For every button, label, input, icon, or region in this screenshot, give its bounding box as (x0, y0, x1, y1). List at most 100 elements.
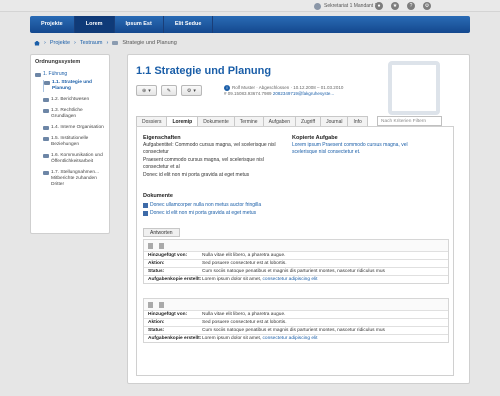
document-link[interactable]: Donec id elit non mi porta gravida at eg… (150, 210, 256, 216)
tree-item[interactable]: 1.4. Interne Organisation (43, 125, 105, 131)
chevron-down-icon: ▾ (148, 87, 151, 94)
tree-item[interactable]: 1.6. Kommunikation und Öffentlichkeitsar… (43, 153, 105, 165)
tree-item-label[interactable]: 1.3. Rechtliche Grundlagen (51, 108, 105, 120)
tab-journal[interactable]: Journal (320, 116, 349, 126)
table-row: Status: Cum sociis natoque penatibus et m… (144, 326, 448, 334)
row-label: Status: (148, 269, 165, 274)
gear-icon: ⚙ (186, 87, 192, 94)
filter-input[interactable]: Nach Kriterien Filtern (377, 116, 442, 126)
row-value[interactable]: Nulla vitae elit libero, a pharetra augu… (202, 311, 285, 318)
table-row: Aufgabenkopie erstellt: Lorem ipsum dolor… (144, 275, 448, 283)
tree-item-label[interactable]: 1.6. Kommunikation und Öffentlichkeitsar… (51, 153, 105, 165)
pencil-icon[interactable] (148, 301, 153, 308)
tree-item[interactable]: 1.1. Strategie und Planung (43, 80, 105, 92)
row-value: Sed posuere consectetur est at lobortis. (202, 320, 287, 325)
breadcrumb-separator: › (74, 40, 76, 46)
document-item[interactable]: Donec ullamcorper nulla non metus auctor… (143, 202, 261, 208)
row-value: Cum sociis natoque penatibus et magnis d… (202, 269, 385, 274)
tab-dossiers[interactable]: Dossiers (136, 116, 168, 126)
document-link[interactable]: Donec ullamcorper nulla non metus auctor… (150, 202, 261, 208)
nav-tab-elit-sedue[interactable]: Elit Sedue (164, 16, 214, 33)
plus-icon: ⊕ (142, 87, 147, 94)
clipboard-watermark-icon (388, 61, 440, 115)
user-name[interactable]: Sekretariat 1 Mandant 1 ▾ (324, 3, 381, 9)
nav-tab-ipsum-est[interactable]: Ipsum Est (115, 16, 164, 33)
document-icon (143, 210, 148, 216)
tab-termine[interactable]: Termine (233, 116, 264, 126)
table-row: Hinzugefügt von: Nulla vitae elit libero,… (144, 310, 448, 318)
answer-block: Hinzugefügt von: Nulla vitae elit libero,… (143, 298, 449, 343)
tree-item-label[interactable]: 1.1. Strategie und Planung (52, 80, 105, 92)
table-row: Aktion: Sed posuere consectetur est at lo… (144, 318, 448, 326)
row-link[interactable]: consectetur adipiscing elit (263, 336, 318, 341)
edit-button[interactable]: ✎ (160, 85, 177, 96)
folder-icon (44, 81, 50, 85)
nav-tab-projekte[interactable]: Projekte (30, 16, 75, 33)
pencil-icon[interactable] (148, 242, 153, 249)
table-row: Aktion: Sed posuere consectetur est at lo… (144, 259, 448, 267)
nav-tab-lorem[interactable]: Lorem (74, 16, 115, 33)
tree-item-label[interactable]: 1.2. Berichtwesen (51, 97, 89, 103)
antworten-tabbar: Antworten (143, 228, 443, 238)
row-label: Aktion: (148, 261, 165, 266)
trash-icon[interactable] (159, 242, 164, 249)
breadcrumb-projekte[interactable]: Projekte (50, 40, 70, 46)
row-label: Aufgabenkopie erstellt: (148, 277, 202, 282)
star-icon[interactable]: ★ (391, 2, 399, 10)
content-panel: 1.1 Strategie und Planung ⊕ ▾ ✎ ⚙ ▾ i Rolf … (127, 54, 470, 384)
document-icon (143, 202, 148, 208)
tree-item[interactable]: 1.2. Berichtwesen (43, 97, 105, 103)
row-link[interactable]: consectetur adipiscing elit (263, 277, 318, 282)
row-label: Hinzugefügt von: (148, 312, 188, 317)
dokumente-heading: Dokumente (143, 193, 173, 199)
kopierte-heading: Kopierte Aufgabe (292, 135, 338, 141)
folder-icon (43, 126, 49, 130)
eye-icon[interactable]: ● (375, 2, 383, 10)
tree-item-label[interactable]: 1.5. Institutionelle Beziehungen (51, 136, 105, 148)
tree-root-label[interactable]: 1. Führung (43, 71, 67, 77)
kopierte-link[interactable]: Lorem ipsum Praesent commodo cursus magn… (292, 142, 422, 156)
add-button[interactable]: ⊕ ▾ (136, 85, 157, 96)
eigenschaften-heading: Eigenschaften (143, 135, 181, 141)
folder-icon (43, 98, 49, 102)
tree-item-label[interactable]: 1.4. Interne Organisation (51, 125, 104, 131)
task-meta: i Rolf Muster · Abgeschlossen · 10.12.200… (224, 85, 374, 97)
pencil-icon: ✎ (166, 87, 171, 94)
eigenschaften-line2: Praesent commodo cursus magna, vel scele… (143, 157, 264, 170)
meta-line1: Rolf Muster · Abgeschlossen · 10.12.2008… (232, 85, 344, 91)
user-menu[interactable]: Sekretariat 1 Mandant 1 ▾ (314, 2, 381, 10)
tree-root-fuehrung[interactable]: 1. Führung (35, 71, 105, 77)
tree-item[interactable]: 1.5. Institutionelle Beziehungen (43, 136, 105, 148)
folder-icon (43, 154, 49, 158)
eigenschaften-line1: Aufgabentitel: Commodo cursus magna, vel… (143, 142, 276, 155)
home-icon[interactable] (34, 40, 40, 46)
settings-button[interactable]: ⚙ ▾ (180, 85, 202, 96)
meta-line2: # 09.15083.93674.7989 (224, 91, 272, 97)
main-nav: Projekte Lorem Ipsum Est Elit Sedue (30, 16, 470, 33)
tab-dokumente[interactable]: Dokumente (197, 116, 235, 126)
row-value: Lorem ipsum dolor sit amet, (202, 277, 263, 282)
tab-zugriff[interactable]: Zugriff (294, 116, 322, 126)
answer-block: Hinzugefügt von: Nulla vitae elit libero,… (143, 239, 449, 284)
row-value[interactable]: Nulla vitae elit libero, a pharetra augu… (202, 252, 285, 259)
info-icon: i (224, 85, 230, 91)
trash-icon[interactable] (159, 301, 164, 308)
help-icon[interactable]: ? (407, 2, 415, 10)
tree-item-label[interactable]: 1.7. Stellungnahmen... Mitberichte zuhan… (51, 170, 105, 188)
sidebar-title: Ordnungssystem (35, 59, 81, 65)
tab-aufgaben[interactable]: Aufgaben (262, 116, 296, 126)
user-avatar-icon (314, 2, 321, 10)
gear-icon[interactable]: ⚙ (423, 2, 431, 10)
breadcrumb-separator: › (44, 40, 46, 46)
tree-item[interactable]: 1.3. Rechtliche Grundlagen (43, 108, 105, 120)
breadcrumb-testraum[interactable]: Testraum (80, 40, 103, 46)
folder-icon (43, 109, 49, 113)
tree-item[interactable]: 1.7. Stellungnahmen... Mitberichte zuhan… (43, 170, 105, 188)
row-value: Lorem ipsum dolor sit amet, (202, 336, 263, 341)
tab-antworten[interactable]: Antworten (143, 228, 180, 237)
table-row: Hinzugefügt von: Nulla vitae elit libero,… (144, 251, 448, 259)
folder-icon (35, 72, 41, 77)
tab-info[interactable]: Info (347, 116, 368, 126)
meta-link[interactable]: 2082349719@fakgruhesyste... (273, 91, 334, 96)
document-item[interactable]: Donec id elit non mi porta gravida at eg… (143, 210, 256, 216)
